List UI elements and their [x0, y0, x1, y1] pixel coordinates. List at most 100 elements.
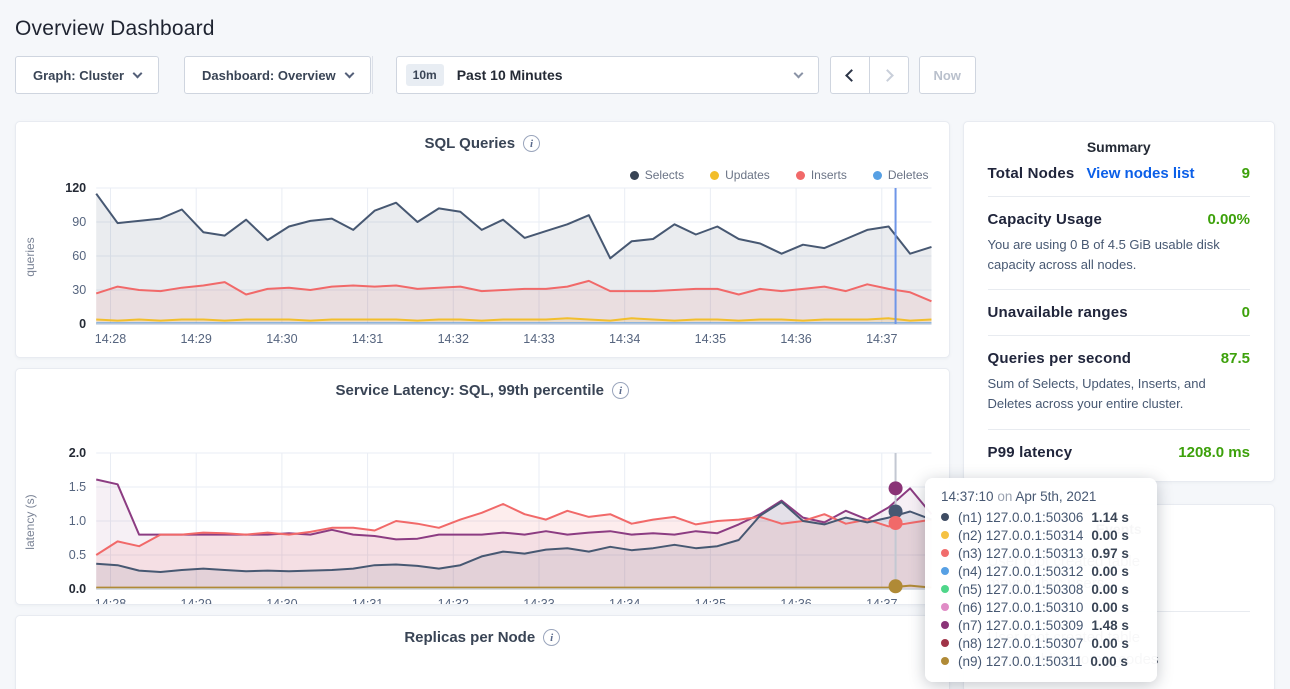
svg-text:14:36: 14:36 — [780, 597, 811, 605]
tooltip-row: (n3) 127.0.0.1:503130.97 s — [941, 544, 1141, 562]
next-range-button[interactable] — [869, 56, 909, 94]
time-range-dropdown[interactable]: 10m Past 10 Minutes — [396, 56, 819, 94]
latency-chart-svg[interactable]: 0.00.51.01.52.014:2814:2914:3014:3114:32… — [40, 443, 941, 605]
svg-text:14:31: 14:31 — [352, 332, 383, 346]
svg-text:14:32: 14:32 — [438, 332, 469, 346]
service-latency-title: Service Latency: SQL, 99th percentile i — [16, 382, 949, 399]
svg-text:14:29: 14:29 — [181, 597, 212, 605]
svg-text:14:33: 14:33 — [523, 332, 554, 346]
dashboard-dropdown[interactable]: Dashboard: Overview — [184, 56, 371, 94]
svg-text:14:28: 14:28 — [95, 332, 126, 346]
summary-description: Sum of Selects, Updates, Inserts, and De… — [988, 374, 1250, 414]
info-icon[interactable]: i — [612, 382, 629, 399]
tooltip-node-label: (n2) 127.0.0.1:50314 — [958, 528, 1083, 543]
tooltip-connector: on — [997, 489, 1012, 504]
summary-label: P99 latency — [988, 444, 1073, 461]
svg-text:14:36: 14:36 — [780, 332, 811, 346]
tooltip-row: (n1) 127.0.0.1:503061.14 s — [941, 508, 1141, 526]
now-button[interactable]: Now — [919, 56, 976, 94]
summary-value: 1208.0 ms — [1178, 444, 1250, 461]
sql-queries-card: SQL Queries i SelectsUpdatesInsertsDelet… — [15, 121, 950, 358]
tooltip-node-value: 1.14 s — [1091, 510, 1129, 525]
time-range-badge: 10m — [406, 64, 444, 86]
tooltip-row: (n7) 127.0.0.1:50309 1.48 s — [941, 616, 1141, 634]
summary-title: Summary — [988, 139, 1250, 155]
chevron-down-icon — [344, 69, 354, 79]
service-latency-card: Service Latency: SQL, 99th percentile i … — [15, 368, 950, 605]
previous-range-button[interactable] — [830, 56, 870, 94]
tooltip-node-value: 0.97 s — [1091, 546, 1129, 561]
svg-text:30: 30 — [72, 283, 86, 297]
y-axis-label: latency (s) — [23, 462, 37, 582]
tooltip-node-label: (n5) 127.0.0.1:50308 — [958, 582, 1083, 597]
tooltip-row: (n6) 127.0.0.1:50310 0.00 s — [941, 598, 1141, 616]
tooltip-rows: (n1) 127.0.0.1:503061.14 s (n2) 127.0.0.1… — [941, 508, 1141, 670]
svg-text:14:33: 14:33 — [523, 597, 554, 605]
info-icon[interactable]: i — [543, 629, 560, 646]
tooltip-node-label: (n9) 127.0.0.1:50311 — [958, 654, 1082, 669]
summary-row: Total Nodes View nodes list 9 — [988, 165, 1250, 182]
summary-label: Total Nodes — [988, 165, 1075, 182]
summary-divider — [988, 335, 1250, 336]
summary-rows: Total Nodes View nodes list 9 Capacity Usag… — [988, 165, 1250, 461]
svg-text:1.5: 1.5 — [69, 480, 86, 494]
tooltip-node-value: 0.00 s — [1091, 600, 1129, 615]
svg-text:14:29: 14:29 — [181, 332, 212, 346]
chevron-down-icon — [133, 69, 143, 79]
charts-column: SQL Queries i SelectsUpdatesInsertsDelet… — [15, 121, 950, 689]
chart-title-text: Replicas per Node — [404, 629, 535, 646]
graph-dropdown[interactable]: Graph: Cluster — [15, 56, 159, 94]
svg-text:1.0: 1.0 — [69, 514, 86, 528]
tooltip-row: (n4) 127.0.0.1:503120.00 s — [941, 562, 1141, 580]
view-nodes-list-link[interactable]: View nodes list — [1086, 165, 1194, 182]
tooltip-node-label: (n7) 127.0.0.1:50309 — [958, 618, 1083, 633]
latency-chart-area: latency (s) 0.00.51.01.52.014:2814:2914:… — [16, 443, 949, 605]
sql-chart-svg[interactable]: 030609012014:2814:2914:3014:3114:3214:33… — [40, 178, 941, 348]
chevron-right-icon — [881, 69, 894, 82]
page-title: Overview Dashboard — [0, 0, 1290, 41]
y-axis-label: queries — [23, 197, 37, 317]
chart-tooltip: 14:37:10 on Apr 5th, 2021 (n1) 127.0.0.1… — [925, 478, 1157, 682]
summary-value: 87.5 — [1221, 350, 1250, 367]
svg-text:14:28: 14:28 — [95, 597, 126, 605]
tooltip-node-value: 0.00 s — [1090, 654, 1128, 669]
series-dot-icon — [941, 639, 949, 647]
svg-text:14:31: 14:31 — [352, 597, 383, 605]
summary-row: Capacity Usage0.00%You are using 0 B of … — [988, 211, 1250, 275]
svg-text:14:37: 14:37 — [866, 332, 897, 346]
svg-text:14:35: 14:35 — [695, 332, 726, 346]
svg-text:90: 90 — [72, 215, 86, 229]
svg-text:14:30: 14:30 — [266, 597, 297, 605]
tooltip-date: Apr 5th, 2021 — [1015, 489, 1096, 504]
svg-text:14:34: 14:34 — [609, 332, 640, 346]
series-dot-icon — [941, 585, 949, 593]
summary-value: 9 — [1242, 165, 1250, 182]
svg-text:0.0: 0.0 — [69, 582, 86, 596]
summary-row: Unavailable ranges0 — [988, 304, 1250, 321]
series-dot-icon — [941, 567, 949, 575]
tooltip-node-label: (n8) 127.0.0.1:50307 — [958, 636, 1083, 651]
tooltip-node-value: 1.48 s — [1091, 618, 1129, 633]
series-dot-icon — [941, 549, 949, 557]
tooltip-node-label: (n6) 127.0.0.1:50310 — [958, 600, 1083, 615]
summary-value: 0 — [1242, 304, 1250, 321]
graph-dropdown-label: Graph: Cluster — [33, 68, 124, 83]
tooltip-node-value: 0.00 s — [1091, 636, 1129, 651]
tooltip-timestamp: 14:37:10 on Apr 5th, 2021 — [941, 489, 1141, 504]
chart-title-text: Service Latency: SQL, 99th percentile — [336, 382, 604, 399]
tooltip-row: (n8) 127.0.0.1:50307 0.00 s — [941, 634, 1141, 652]
summary-row: Queries per second87.5Sum of Selects, Up… — [988, 350, 1250, 414]
sql-queries-title: SQL Queries i — [16, 135, 949, 152]
summary-panel: Summary Total Nodes View nodes list 9 Capac… — [963, 121, 1275, 482]
summary-description: You are using 0 B of 4.5 GiB usable disk… — [988, 235, 1250, 275]
tooltip-time: 14:37:10 — [941, 489, 994, 504]
svg-text:14:34: 14:34 — [609, 597, 640, 605]
tooltip-node-value: 0.00 s — [1091, 582, 1129, 597]
svg-text:60: 60 — [72, 249, 86, 263]
time-range-label: Past 10 Minutes — [457, 67, 563, 83]
svg-text:120: 120 — [65, 181, 86, 195]
info-icon[interactable]: i — [523, 135, 540, 152]
summary-divider — [988, 429, 1250, 430]
svg-text:14:30: 14:30 — [266, 332, 297, 346]
series-dot-icon — [941, 603, 949, 611]
